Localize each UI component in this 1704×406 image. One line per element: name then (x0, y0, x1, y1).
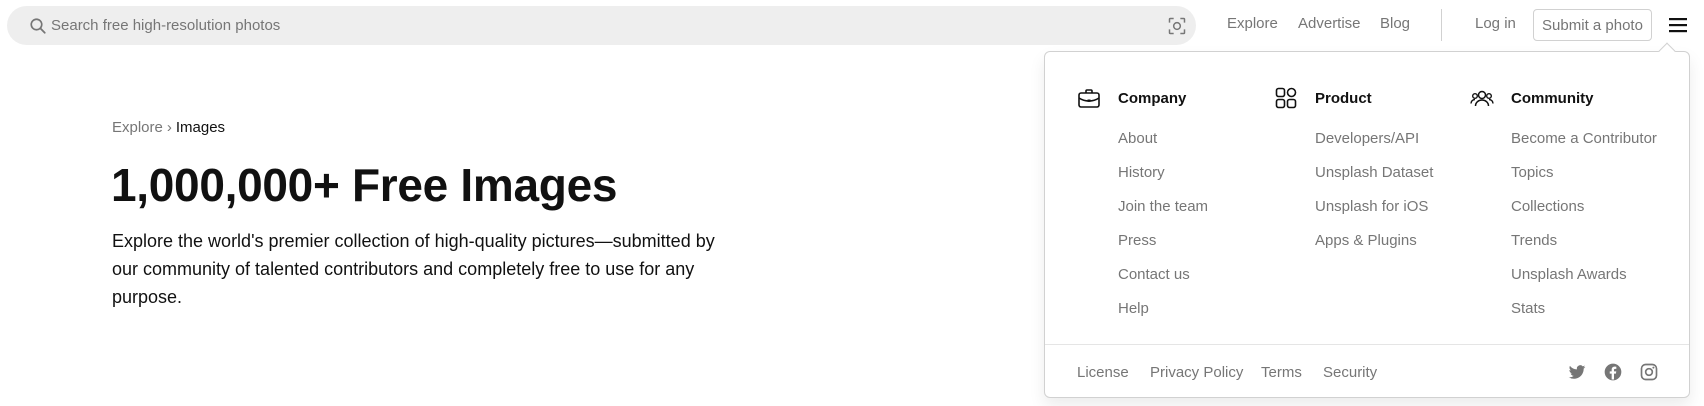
menu-item-join-the-team[interactable]: Join the team (1118, 198, 1208, 215)
menu-item-about[interactable]: About (1118, 130, 1157, 147)
menu-column-product: Product Developers/API Unsplash Dataset … (1242, 86, 1442, 249)
menu-item-apps-plugins[interactable]: Apps & Plugins (1315, 232, 1417, 249)
menu-item-trends[interactable]: Trends (1511, 232, 1557, 249)
briefcase-icon (1078, 89, 1100, 108)
menu-item-topics[interactable]: Topics (1511, 164, 1554, 181)
breadcrumb: Explore › Images (112, 119, 225, 136)
menu-item-help[interactable]: Help (1118, 300, 1149, 317)
grid-shapes-icon (1275, 87, 1297, 109)
menu-item-unsplash-dataset[interactable]: Unsplash Dataset (1315, 164, 1433, 181)
search-icon[interactable] (29, 17, 47, 35)
page-description: Explore the world's premier collection o… (112, 231, 715, 307)
page: Explore Advertise Blog Log in Submit a p… (0, 0, 1704, 406)
footer-license-link[interactable]: License (1077, 364, 1129, 381)
breadcrumb-separator: › (166, 119, 172, 136)
login-link[interactable]: Log in (1475, 15, 1516, 32)
visual-search-icon[interactable] (1167, 16, 1187, 36)
menu-item-unsplash-awards[interactable]: Unsplash Awards (1511, 266, 1627, 283)
page-title: 1,000,000+ Free Images (111, 159, 618, 211)
menu-item-developers-api[interactable]: Developers/API (1315, 130, 1419, 147)
footer-terms-link[interactable]: Terms (1261, 364, 1302, 381)
menu-item-become-a-contributor[interactable]: Become a Contributor (1511, 130, 1657, 147)
nav-advertise-link[interactable]: Advertise (1298, 15, 1361, 32)
menu-item-unsplash-for-ios[interactable]: Unsplash for iOS (1315, 198, 1428, 215)
top-bar: Explore Advertise Blog Log in Submit a p… (0, 0, 1704, 50)
menu-item-press[interactable]: Press (1118, 232, 1156, 249)
menu-item-contact-us[interactable]: Contact us (1118, 266, 1190, 283)
twitter-icon[interactable] (1567, 362, 1587, 382)
breadcrumb-current: Images (175, 119, 226, 136)
facebook-icon[interactable] (1603, 362, 1623, 382)
menu-item-history[interactable]: History (1118, 164, 1165, 181)
nav-explore-link[interactable]: Explore (1227, 15, 1278, 32)
menu-column-title: Company (1118, 90, 1187, 107)
menu-item-collections[interactable]: Collections (1511, 198, 1584, 215)
menu-item-stats[interactable]: Stats (1511, 300, 1545, 317)
menu-column-company: Company About History Join the team Pres… (1045, 86, 1245, 317)
footer-security-link[interactable]: Security (1323, 364, 1377, 381)
menu-column-title: Product (1315, 90, 1372, 107)
menu-column-title: Community (1511, 90, 1594, 107)
menu-divider (1045, 344, 1689, 345)
nav-blog-link[interactable]: Blog (1380, 15, 1410, 32)
nav-divider (1441, 9, 1442, 41)
search-input[interactable] (51, 6, 1111, 45)
people-icon (1470, 90, 1494, 107)
submit-photo-button[interactable]: Submit a photo (1533, 9, 1652, 41)
breadcrumb-explore-link[interactable]: Explore (112, 119, 163, 136)
instagram-icon[interactable] (1639, 362, 1659, 382)
search-bar[interactable] (7, 6, 1196, 45)
menu-column-community: Community Become a Contributor Topics Co… (1438, 86, 1657, 317)
hamburger-menu-icon[interactable] (1668, 15, 1688, 35)
footer-privacy-policy-link[interactable]: Privacy Policy (1150, 364, 1243, 381)
main-menu-dropdown: Company About History Join the team Pres… (1044, 42, 1690, 398)
